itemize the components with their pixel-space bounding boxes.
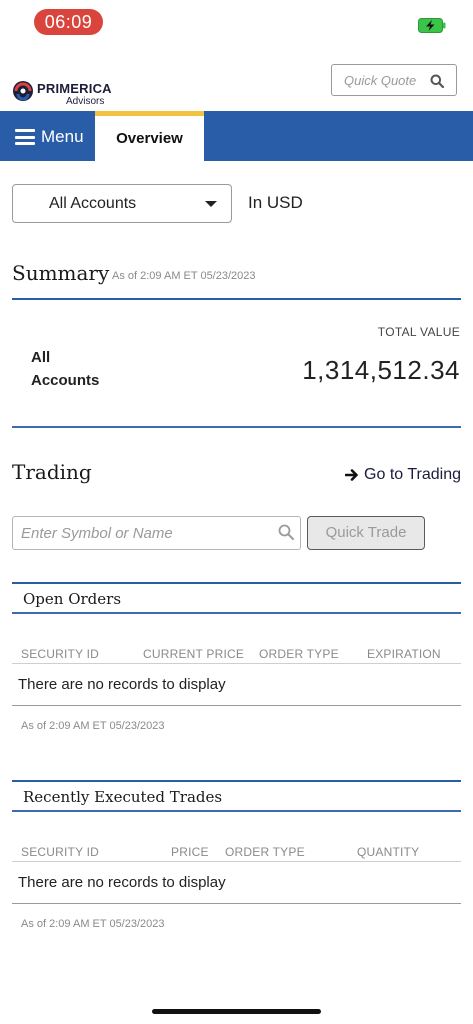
col-price[interactable]: PRICE: [171, 845, 209, 859]
quick-trade-button[interactable]: Quick Trade: [307, 516, 425, 550]
total-value-label: TOTAL VALUE: [377, 325, 460, 339]
account-name: All Accounts: [31, 349, 100, 389]
recent-trades-as-of: As of 2:09 AM ET 05/23/2023: [21, 918, 165, 930]
symbol-search-input[interactable]: [12, 516, 301, 550]
table-header-divider: [12, 861, 461, 862]
col-order-type[interactable]: ORDER TYPE: [225, 845, 305, 859]
table-bottom-divider: [12, 705, 461, 706]
arrow-right-icon: [345, 469, 358, 481]
quick-quote-placeholder: Quick Quote: [344, 73, 417, 88]
recent-trades-title: Recently Executed Trades: [23, 788, 223, 806]
recent-trades-empty-message: There are no records to display: [18, 874, 226, 891]
summary-title: Summary: [12, 261, 110, 285]
home-indicator[interactable]: [152, 1009, 321, 1014]
primerica-logo-mark-icon: [13, 81, 33, 101]
table-bottom-divider: [12, 903, 461, 904]
menu-label: Menu: [41, 127, 84, 146]
trading-title: Trading: [12, 460, 92, 484]
tab-overview-label: Overview: [116, 130, 183, 147]
recent-trades-header: Recently Executed Trades: [12, 780, 461, 812]
summary-as-of: As of 2:09 AM ET 05/23/2023: [112, 270, 256, 282]
tab-overview[interactable]: Overview: [95, 111, 204, 161]
account-select-dropdown[interactable]: All Accounts: [12, 184, 232, 223]
status-time: 06:09: [34, 9, 103, 35]
search-icon[interactable]: [430, 74, 444, 88]
col-current-price[interactable]: CURRENT PRICE: [143, 647, 244, 661]
menu-button[interactable]: Menu: [15, 127, 84, 147]
open-orders-as-of: As of 2:09 AM ET 05/23/2023: [21, 720, 165, 732]
logo-sub-text: Advisors: [66, 96, 105, 107]
go-to-trading-label: Go to Trading: [364, 466, 461, 483]
open-orders-empty-message: There are no records to display: [18, 676, 226, 693]
col-security-id[interactable]: SECURITY ID: [21, 647, 99, 661]
col-quantity[interactable]: QUANTITY: [357, 845, 419, 859]
table-header-divider: [12, 663, 461, 664]
total-value: 1,314,512.34: [302, 355, 460, 385]
battery-charging-icon: [418, 18, 446, 33]
account-select-value: All Accounts: [49, 195, 137, 212]
col-security-id[interactable]: SECURITY ID: [21, 845, 99, 859]
logo-brand-text: PRIMERICA: [37, 81, 112, 96]
main-navbar: Menu: [0, 111, 473, 161]
hamburger-icon: [15, 129, 35, 145]
caret-down-icon: [205, 201, 217, 207]
open-orders-header: Open Orders: [12, 582, 461, 614]
col-order-type[interactable]: ORDER TYPE: [259, 647, 339, 661]
quick-quote-input[interactable]: Quick Quote: [331, 64, 457, 96]
open-orders-title: Open Orders: [23, 590, 122, 608]
summary-bottom-divider: [12, 426, 461, 428]
go-to-trading-link[interactable]: Go to Trading: [345, 466, 461, 484]
search-icon[interactable]: [278, 524, 294, 540]
summary-divider: [12, 298, 461, 300]
col-expiration[interactable]: EXPIRATION: [367, 647, 441, 661]
currency-label: In USD: [248, 193, 303, 212]
primerica-logo[interactable]: PRIMERICA Advisors: [12, 78, 122, 110]
